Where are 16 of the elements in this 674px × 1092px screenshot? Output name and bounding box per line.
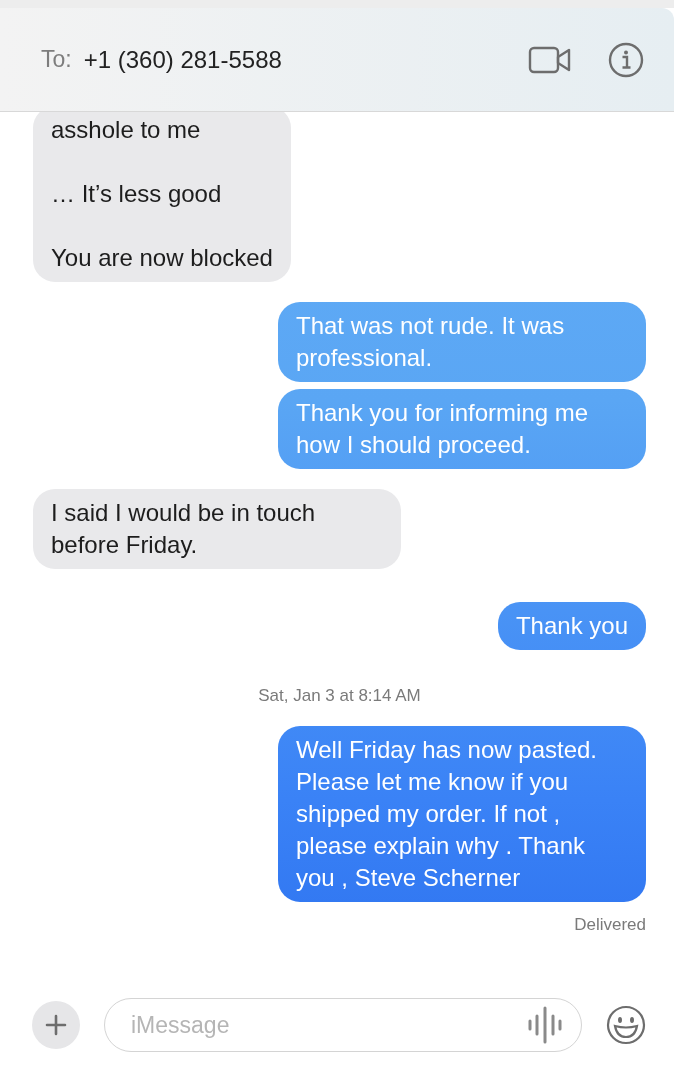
smiley-face-icon[interactable] — [606, 1005, 646, 1045]
sent-message-bubble: Thank you — [497, 602, 646, 650]
info-icon[interactable] — [608, 41, 644, 78]
audio-waveform-icon[interactable] — [528, 1005, 562, 1045]
sent-message-bubble: Well Friday has now pasted. Please let me know if you shipped my order. If not , please explain why . Thank you , Steve Scherner — [278, 726, 646, 902]
recipient-number: +1 (360) 281-5588 — [83, 45, 282, 74]
received-message-bubble: I said I would be in touch before Friday. — [33, 489, 401, 569]
to-label: To: — [41, 46, 72, 73]
sent-message-bubble: Thank you for informing me how I should proceed. — [278, 389, 646, 469]
sent-message-bubble: That was not rude. It was professional. — [278, 302, 646, 382]
plus-icon — [44, 1013, 68, 1037]
add-button[interactable] — [32, 1001, 80, 1049]
delivery-status: Delivered — [574, 915, 646, 935]
video-camera-icon[interactable] — [528, 44, 572, 75]
message-input-field[interactable]: iMessage — [104, 998, 582, 1052]
timestamp: Sat, Jan 3 at 8:14 AM — [258, 686, 421, 706]
